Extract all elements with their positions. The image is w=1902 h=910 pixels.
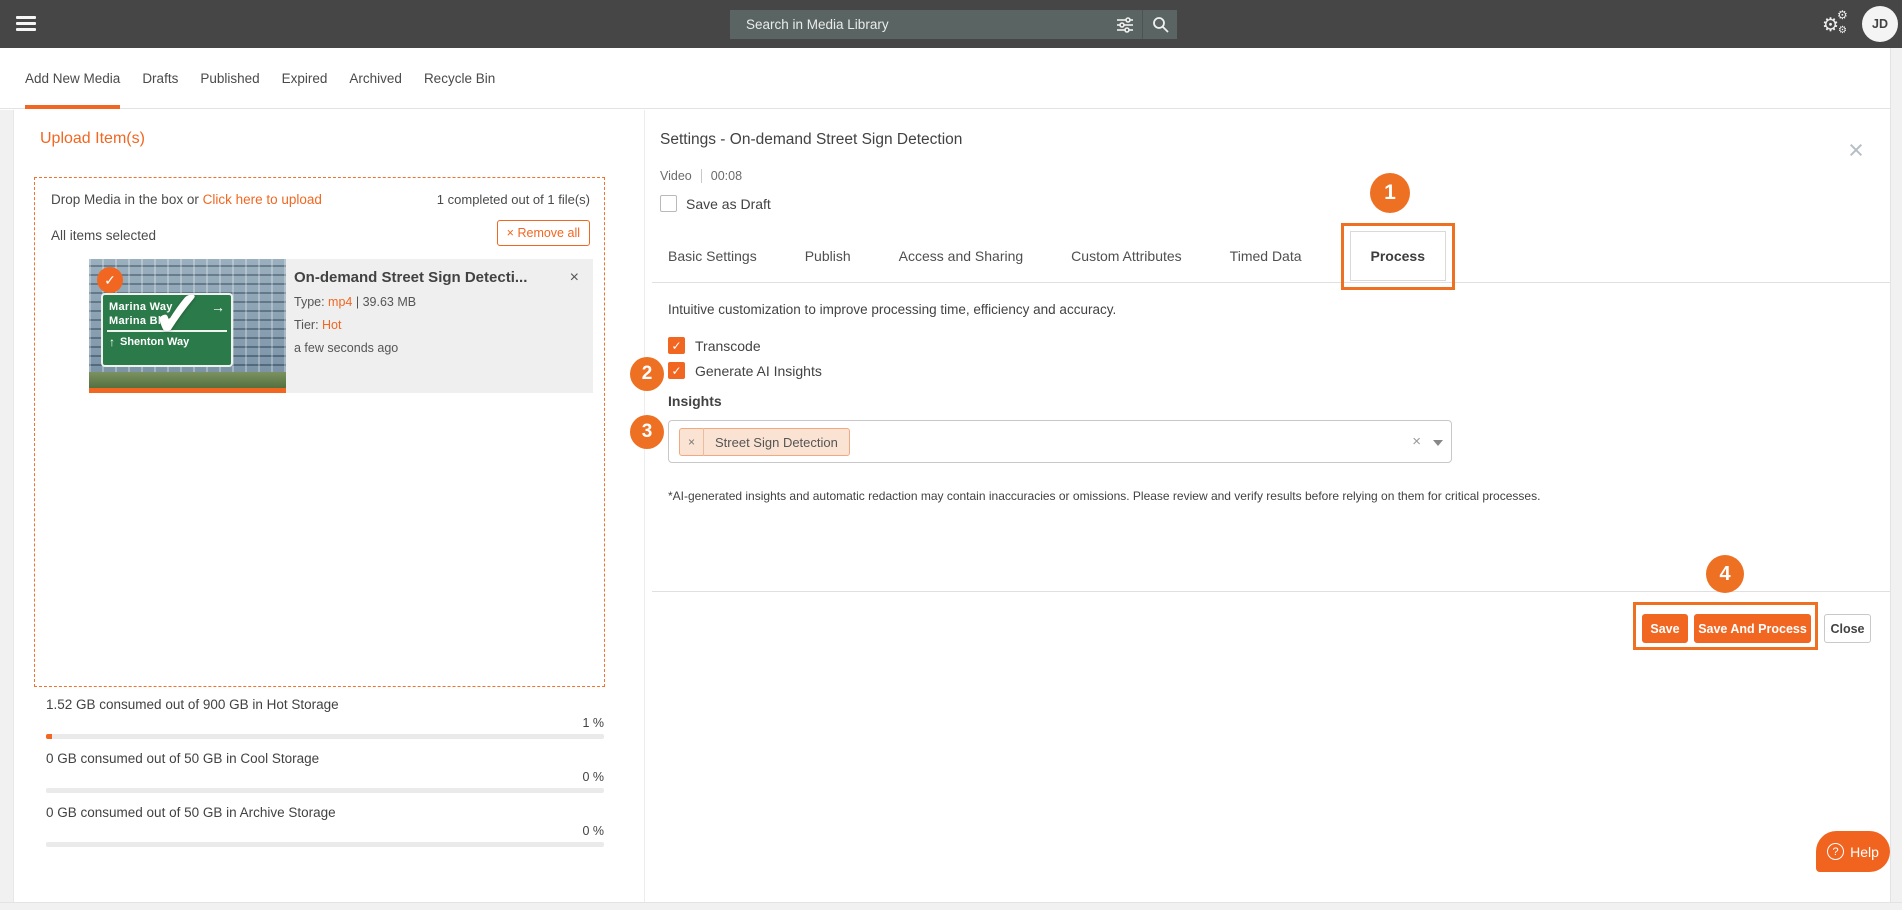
bottom-scrollbar-track[interactable]: [0, 902, 1902, 910]
tab-expired[interactable]: Expired: [282, 71, 328, 86]
settings-close-icon[interactable]: ×: [1842, 136, 1870, 164]
save-as-draft-checkbox[interactable]: [660, 195, 677, 212]
help-button[interactable]: ? Help: [1816, 831, 1890, 872]
tab-recycle-bin[interactable]: Recycle Bin: [424, 71, 495, 86]
tab-access-and-sharing[interactable]: Access and Sharing: [899, 248, 1024, 264]
select-caret-icon[interactable]: [1433, 440, 1443, 446]
upload-dropzone[interactable]: Drop Media in the box or Click here to u…: [34, 177, 605, 687]
remove-all-button[interactable]: × Remove all: [497, 220, 590, 246]
hot-storage-bar: [46, 734, 604, 739]
library-tab-strip: Add New Media Drafts Published Expired A…: [0, 48, 1902, 109]
sign-right-arrow: →: [211, 299, 225, 315]
item-details: On-demand Street Sign Detecti... Type: m…: [294, 269, 584, 355]
hot-storage-meter: 1.52 GB consumed out of 900 GB in Hot St…: [46, 697, 604, 739]
annotation-step-4: 4: [1706, 555, 1744, 593]
drop-media-text: Drop Media in the box or Click here to u…: [51, 192, 322, 207]
transcode-label: Transcode: [695, 338, 761, 354]
annotation-step-3: 3: [630, 415, 664, 449]
insights-multiselect[interactable]: × Street Sign Detection ×: [668, 420, 1452, 463]
right-scrollbar-track[interactable]: [1890, 48, 1902, 902]
upload-items-title: Upload Item(s): [40, 130, 145, 148]
selected-check-overlay: ✓: [151, 277, 205, 352]
generate-ai-insights-row: ✓ Generate AI Insights: [668, 362, 822, 379]
transcode-checkbox[interactable]: ✓: [668, 337, 685, 354]
upload-complete-bar: [89, 388, 286, 393]
insights-label: Insights: [668, 393, 722, 409]
page: Search in Media Library ⚙: [0, 0, 1902, 910]
save-as-draft-label: Save as Draft: [686, 196, 771, 212]
item-time-ago: a few seconds ago: [294, 341, 584, 355]
archive-storage-label: 0 GB consumed out of 50 GB in Archive St…: [46, 805, 604, 820]
process-description: Intuitive customization to improve proce…: [668, 302, 1116, 317]
hot-storage-percent: 1 %: [46, 716, 604, 730]
tab-custom-attributes[interactable]: Custom Attributes: [1071, 248, 1182, 264]
question-icon: ?: [1827, 843, 1844, 860]
item-title: On-demand Street Sign Detecti...: [294, 269, 550, 286]
media-duration: 00:08: [711, 169, 742, 183]
cool-storage-meter: 0 GB consumed out of 50 GB in Cool Stora…: [46, 751, 604, 793]
select-clear-icon[interactable]: ×: [1412, 433, 1421, 450]
tab-published[interactable]: Published: [200, 71, 259, 86]
cool-storage-bar: [46, 788, 604, 793]
active-tab-underline: [25, 105, 120, 109]
save-and-process-button[interactable]: Save And Process: [1694, 614, 1811, 643]
tab-process[interactable]: Process: [1350, 231, 1446, 281]
all-items-selected-text: All items selected: [51, 228, 156, 243]
left-scrollbar-track[interactable]: [0, 110, 14, 902]
click-to-upload-link[interactable]: Click here to upload: [203, 192, 322, 207]
help-label: Help: [1850, 844, 1879, 860]
search-icon[interactable]: [1143, 10, 1177, 39]
save-as-draft-row: Save as Draft: [660, 195, 771, 212]
settings-gears-icon[interactable]: ⚙ ⚙ ⚙: [1822, 8, 1856, 40]
settings-title: Settings - On-demand Street Sign Detecti…: [660, 131, 962, 149]
search-bar[interactable]: Search in Media Library: [730, 10, 1177, 39]
annotation-step-2: 2: [630, 357, 664, 391]
item-tier: Tier: Hot: [294, 318, 584, 332]
tab-add-new-media[interactable]: Add New Media: [25, 71, 120, 86]
panel-divider: [644, 110, 645, 902]
archive-storage-percent: 0 %: [46, 824, 604, 838]
tab-timed-data[interactable]: Timed Data: [1230, 248, 1302, 264]
archive-storage-bar: [46, 842, 604, 847]
thumbnail-greenery: [89, 372, 286, 388]
chip-label: Street Sign Detection: [704, 435, 849, 450]
annotation-step-1: 1: [1370, 173, 1410, 213]
transcode-row: ✓ Transcode: [668, 337, 761, 354]
sign-up-arrow: ↑: [109, 335, 115, 349]
item-type-size: Type: mp4 | 39.63 MB: [294, 295, 584, 309]
cool-storage-percent: 0 %: [46, 770, 604, 784]
close-button[interactable]: Close: [1824, 614, 1871, 643]
remove-icon: ×: [507, 226, 514, 240]
generate-ai-insights-label: Generate AI Insights: [695, 363, 822, 379]
media-type: Video: [660, 169, 692, 183]
save-button[interactable]: Save: [1642, 614, 1688, 643]
cool-storage-label: 0 GB consumed out of 50 GB in Cool Stora…: [46, 751, 604, 766]
hamburger-menu-icon[interactable]: [16, 16, 36, 32]
ai-disclaimer-text: *AI-generated insights and automatic red…: [668, 489, 1540, 503]
upload-progress-text: 1 completed out of 1 file(s): [437, 192, 590, 207]
filter-icon[interactable]: [1108, 10, 1142, 39]
hot-storage-label: 1.52 GB consumed out of 900 GB in Hot St…: [46, 697, 604, 712]
top-bar: Search in Media Library ⚙: [0, 0, 1902, 48]
chip-remove-icon[interactable]: ×: [680, 435, 703, 449]
tab-archived[interactable]: Archived: [349, 71, 402, 86]
archive-storage-meter: 0 GB consumed out of 50 GB in Archive St…: [46, 805, 604, 847]
tab-drafts[interactable]: Drafts: [142, 71, 178, 86]
user-avatar[interactable]: JD: [1862, 6, 1898, 42]
generate-ai-insights-checkbox[interactable]: ✓: [668, 362, 685, 379]
search-input[interactable]: Search in Media Library: [730, 17, 1108, 32]
media-thumbnail[interactable]: Marina Way → Marina Blvd ↑Shenton Way ✓ …: [89, 259, 286, 393]
tab-publish[interactable]: Publish: [805, 248, 851, 264]
media-info-line: Video 00:08: [660, 169, 742, 183]
insight-chip: × Street Sign Detection: [679, 428, 850, 456]
uploaded-media-item[interactable]: Marina Way → Marina Blvd ↑Shenton Way ✓ …: [89, 259, 593, 393]
tab-basic-settings[interactable]: Basic Settings: [668, 248, 757, 264]
footer-divider: [652, 591, 1890, 592]
selected-badge-icon: ✓: [97, 267, 123, 293]
settings-tab-bar: Basic Settings Publish Access and Sharin…: [652, 230, 1890, 283]
